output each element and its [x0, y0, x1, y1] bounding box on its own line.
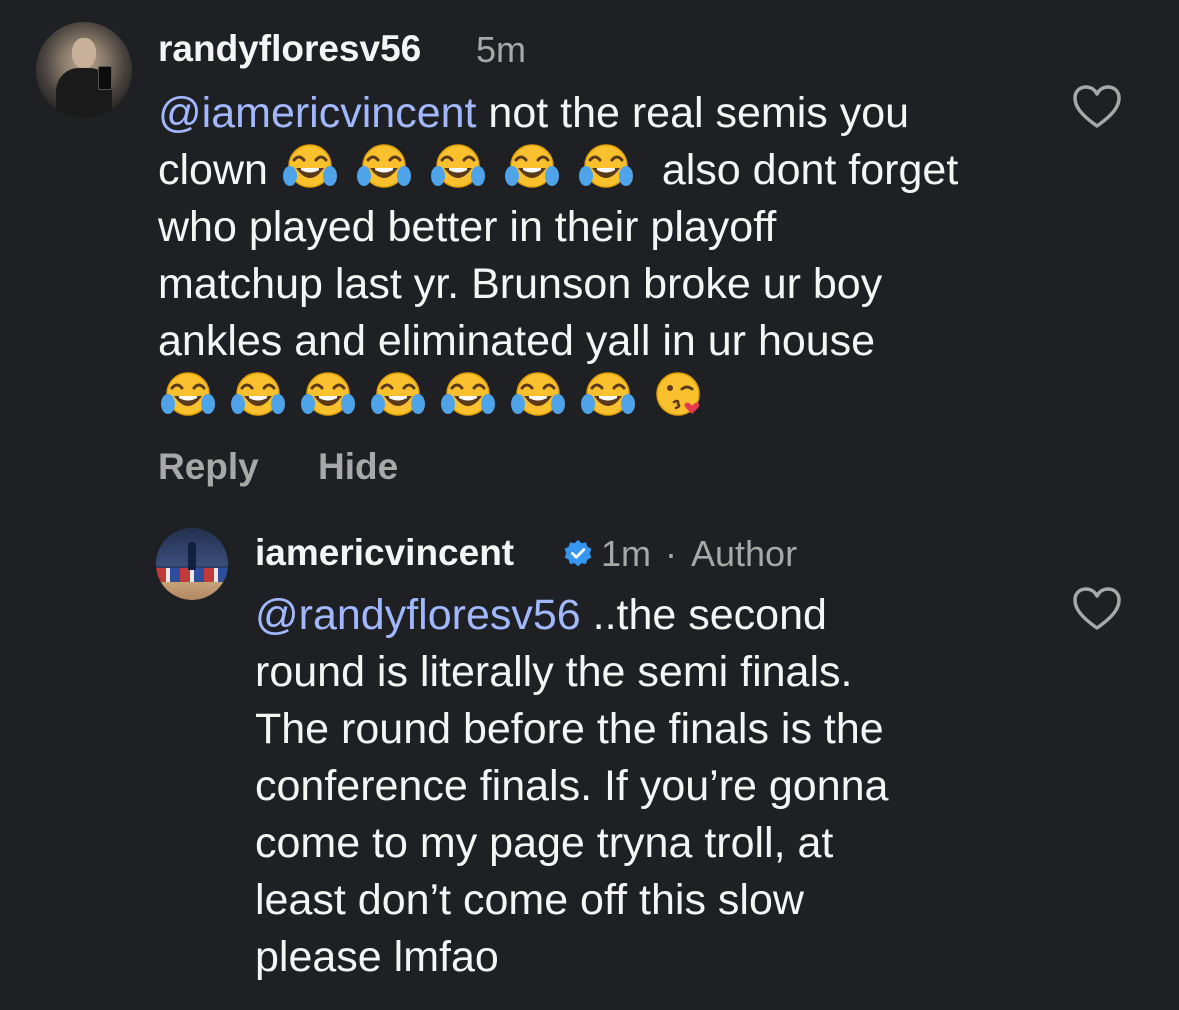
comment-line-text: ..the second: [580, 591, 827, 639]
face-with-tears-of-joy-icon: [428, 142, 488, 194]
comment-line: ankles and eliminated yall in ur house: [158, 317, 876, 365]
face-blowing-a-kiss-icon: [648, 370, 708, 422]
emoji-row: [158, 370, 718, 422]
verified-badge-icon: [564, 540, 592, 567]
face-with-tears-of-joy-icon: [158, 370, 218, 422]
comment-line: conference finals. If you’re gonna: [255, 762, 889, 810]
comment-line: who played better in their playoff: [158, 203, 777, 251]
face-with-tears-of-joy-icon: [280, 142, 340, 194]
comment-line: @randyfloresv56 ..the second: [255, 587, 888, 644]
comment-line-text: also dont forget: [649, 146, 959, 194]
comment-line: The round before the finals is the: [255, 705, 884, 753]
comment-line: clown also dont forget: [158, 142, 958, 199]
comment-line: round is literally the semi finals.: [255, 648, 853, 696]
face-with-tears-of-joy-icon: [576, 142, 636, 194]
face-with-tears-of-joy-icon: [508, 370, 568, 422]
author-badge: Author: [691, 533, 798, 574]
avatar-banner: [156, 568, 228, 582]
comment-line: come to my page tryna troll, at: [255, 819, 834, 867]
comment-username[interactable]: iamericvincent: [255, 532, 514, 574]
avatar[interactable]: [36, 22, 132, 118]
comment-line: least don’t come off this slow: [255, 876, 804, 924]
avatar-phone: [98, 66, 112, 90]
face-with-tears-of-joy-icon: [502, 142, 562, 194]
face-with-tears-of-joy-icon: [438, 370, 498, 422]
mention-link[interactable]: @iamericvincent: [158, 89, 476, 137]
face-with-tears-of-joy-icon: [228, 370, 288, 422]
meta-separator: ·: [665, 533, 677, 574]
mention-link[interactable]: @randyfloresv56: [255, 591, 581, 639]
comment-item: randyfloresv56 5m @iamericvincent not th…: [0, 0, 1179, 510]
comment-username[interactable]: randyfloresv56: [158, 28, 421, 70]
comment-timestamp: 1m: [601, 533, 652, 574]
avatar-floor: [156, 582, 228, 600]
comment-text: @iamericvincent not the real semis you c…: [158, 85, 958, 370]
face-with-tears-of-joy-icon: [368, 370, 428, 422]
comment-line-text: clown: [158, 146, 280, 194]
comment-line-text: not the real semis you: [476, 89, 910, 137]
heart-outline-icon[interactable]: [1072, 84, 1122, 130]
comment-timestamp: 5m: [476, 29, 527, 70]
heart-outline-icon[interactable]: [1072, 586, 1122, 632]
face-with-tears-of-joy-icon: [578, 370, 638, 422]
comment-line: @iamericvincent not the real semis you: [158, 85, 958, 142]
comment-line: please lmfao: [255, 933, 499, 981]
avatar[interactable]: [156, 528, 228, 600]
reply-button[interactable]: Reply: [158, 446, 259, 488]
comment-text: @randyfloresv56 ..the second round is li…: [255, 587, 888, 986]
hide-button[interactable]: Hide: [318, 446, 398, 488]
avatar-face: [72, 38, 96, 68]
face-with-tears-of-joy-icon: [298, 370, 358, 422]
avatar-person: [188, 542, 196, 570]
face-with-tears-of-joy-icon: [354, 142, 414, 194]
comment-line: matchup last yr. Brunson broke ur boy: [158, 260, 883, 308]
